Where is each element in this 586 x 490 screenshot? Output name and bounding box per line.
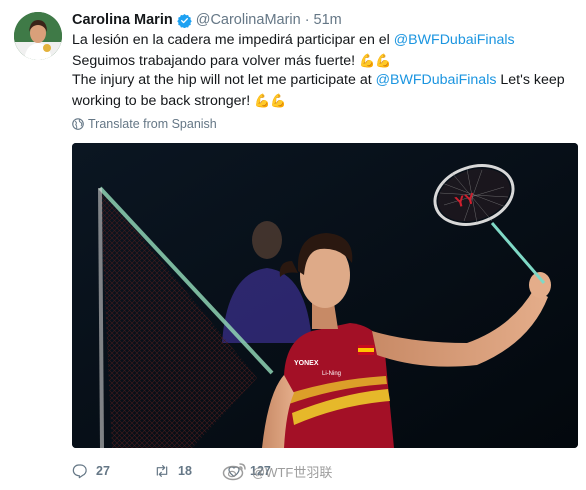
tweet-text-english: The injury at the hip will not let me pa…: [72, 71, 572, 111]
text-segment: The injury at the hip will not let me pa…: [72, 72, 376, 88]
reply-icon: [72, 464, 87, 479]
watermark-text: @WTF世羽联: [252, 464, 333, 480]
retweet-button[interactable]: 18: [154, 463, 226, 479]
weibo-icon: [222, 463, 246, 481]
author-avatar[interactable]: [14, 12, 62, 60]
tweet-text: La lesión en la cadera me impedirá parti…: [72, 31, 572, 111]
author-name[interactable]: Carolina Marin: [72, 12, 173, 28]
reply-button[interactable]: 27: [72, 463, 154, 479]
tweet-text-spanish: La lesión en la cadera me impedirá parti…: [72, 31, 572, 71]
translate-link[interactable]: Translate from Spanish: [72, 117, 217, 131]
flexed-biceps-emoji: 💪💪: [254, 92, 287, 108]
badminton-photo: YONEX Li-Ning YY: [72, 143, 578, 448]
tweet-card: Carolina Marin @CarolinaMarin · 51m La l…: [0, 0, 586, 490]
flexed-biceps-emoji: 💪💪: [359, 52, 392, 68]
author-handle[interactable]: @CarolinaMarin: [196, 12, 301, 28]
jersey-logo: YONEX: [294, 360, 319, 367]
text-segment: Seguimos trabajando para volver más fuer…: [72, 52, 360, 69]
verified-badge-icon: [176, 13, 192, 28]
globe-icon: [72, 118, 84, 130]
translate-label[interactable]: Translate from Spanish: [88, 117, 217, 131]
mention-link[interactable]: @BWFDubaiFinals: [376, 72, 497, 88]
retweet-count: 18: [178, 464, 192, 478]
weibo-watermark: @WTF世羽联: [222, 461, 332, 481]
tweet-header: Carolina Marin @CarolinaMarin · 51m: [72, 10, 342, 30]
header-separator: ·: [304, 12, 310, 28]
reply-count: 27: [96, 464, 110, 478]
tweet-timestamp[interactable]: 51m: [314, 12, 342, 28]
mention-link[interactable]: @BWFDubaiFinals: [394, 32, 515, 48]
retweet-icon: [156, 465, 168, 477]
jersey-sponsor: Li-Ning: [322, 371, 341, 377]
avatar-image: [14, 12, 62, 60]
tweet-photo[interactable]: YONEX Li-Ning YY: [72, 143, 578, 448]
text-segment: La lesión en la cadera me impedirá parti…: [72, 32, 394, 48]
